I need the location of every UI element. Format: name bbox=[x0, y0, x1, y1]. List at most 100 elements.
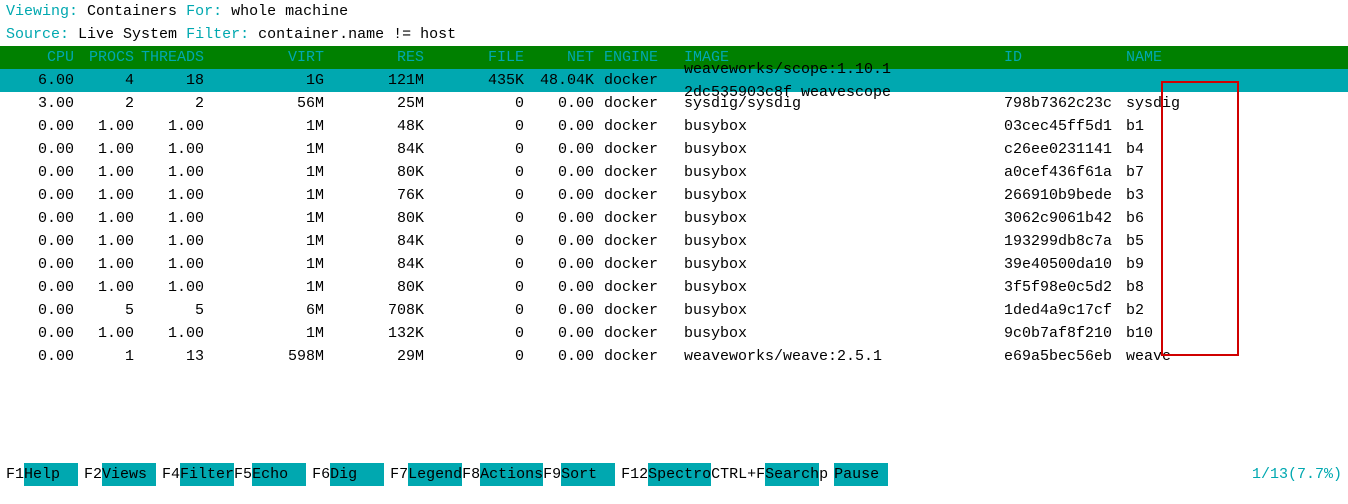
cell-res: 80K bbox=[330, 207, 430, 230]
table-row[interactable]: 0.001.001.001M80K00.00dockerbusybox3062c… bbox=[0, 207, 1348, 230]
col-cpu[interactable]: CPU bbox=[0, 46, 80, 69]
cell-net: 0.00 bbox=[530, 184, 600, 207]
cell-procs: 1.00 bbox=[80, 276, 140, 299]
cell-procs: 1.00 bbox=[80, 207, 140, 230]
col-id[interactable]: ID bbox=[1000, 46, 1120, 69]
cell-cpu: 0.00 bbox=[0, 184, 80, 207]
filter-value: container.name != host bbox=[258, 26, 456, 43]
cell-procs: 1.00 bbox=[80, 322, 140, 345]
ctrlf-search[interactable]: Search bbox=[765, 463, 819, 486]
col-net[interactable]: NET bbox=[530, 46, 600, 69]
cell-virt: 1M bbox=[210, 138, 330, 161]
cell-net: 0.00 bbox=[530, 207, 600, 230]
cell-threads: 1.00 bbox=[140, 115, 210, 138]
table-row[interactable]: 0.001.001.001M80K00.00dockerbusyboxa0cef… bbox=[0, 161, 1348, 184]
f5-echo[interactable]: Echo bbox=[252, 463, 306, 486]
table-row[interactable]: 0.001.001.001M76K00.00dockerbusybox26691… bbox=[0, 184, 1348, 207]
cell-res: 80K bbox=[330, 276, 430, 299]
pagination-indicator: 1/13(7.7%) bbox=[1252, 463, 1342, 486]
table-row[interactable]: 0.00556M708K00.00dockerbusybox1ded4a9c17… bbox=[0, 299, 1348, 322]
p-pause[interactable]: Pause bbox=[834, 463, 888, 486]
cell-file: 0 bbox=[430, 207, 530, 230]
cell-engine: docker bbox=[600, 299, 680, 322]
filter-label: Filter: bbox=[186, 26, 249, 43]
cell-res: 121M bbox=[330, 69, 430, 92]
col-engine[interactable]: ENGINE bbox=[600, 46, 680, 69]
table-row-selected[interactable]: 6.00 4 18 1G 121M 435K 48.04K docker wea… bbox=[0, 69, 1348, 92]
table-row[interactable]: 3.002256M25M00.00dockersysdig/sysdig798b… bbox=[0, 92, 1348, 115]
cell-image: busybox bbox=[680, 138, 1000, 161]
cell-engine: docker bbox=[600, 138, 680, 161]
cell-id: 1ded4a9c17cf bbox=[1000, 299, 1120, 322]
viewing-value: Containers bbox=[87, 3, 177, 20]
cell-virt: 598M bbox=[210, 345, 330, 368]
f4-filter[interactable]: Filter bbox=[180, 463, 234, 486]
cell-threads: 13 bbox=[140, 345, 210, 368]
f9-sort[interactable]: Sort bbox=[561, 463, 615, 486]
cell-threads: 2 bbox=[140, 92, 210, 115]
f2-views[interactable]: Views bbox=[102, 463, 156, 486]
cell-threads: 1.00 bbox=[140, 184, 210, 207]
cell-id: 3062c9061b42 bbox=[1000, 207, 1120, 230]
col-file[interactable]: FILE bbox=[430, 46, 530, 69]
col-procs[interactable]: PROCS bbox=[80, 46, 140, 69]
cell-image: busybox bbox=[680, 115, 1000, 138]
cell-threads: 18 bbox=[140, 69, 210, 92]
f8-actions[interactable]: Actions bbox=[480, 463, 543, 486]
cell-res: 708K bbox=[330, 299, 430, 322]
cell-engine: docker bbox=[600, 115, 680, 138]
cell-engine: docker bbox=[600, 184, 680, 207]
table-row[interactable]: 0.001.001.001M132K00.00dockerbusybox9c0b… bbox=[0, 322, 1348, 345]
cell-net: 0.00 bbox=[530, 253, 600, 276]
cell-engine: docker bbox=[600, 345, 680, 368]
f6-dig[interactable]: Dig bbox=[330, 463, 384, 486]
table-row[interactable]: 0.001.001.001M84K00.00dockerbusyboxc26ee… bbox=[0, 138, 1348, 161]
cell-id: 3f5f98e0c5d2 bbox=[1000, 276, 1120, 299]
col-virt[interactable]: VIRT bbox=[210, 46, 330, 69]
col-name[interactable]: NAME bbox=[1120, 46, 1220, 69]
cell-name: b6 bbox=[1120, 207, 1220, 230]
f1-help[interactable]: Help bbox=[24, 463, 78, 486]
table-row[interactable]: 0.001.001.001M84K00.00dockerbusybox39e40… bbox=[0, 253, 1348, 276]
cell-file: 0 bbox=[430, 345, 530, 368]
cell-id: e69a5bec56eb bbox=[1000, 345, 1120, 368]
cell-file: 0 bbox=[430, 299, 530, 322]
table-row[interactable]: 0.001.001.001M84K00.00dockerbusybox19329… bbox=[0, 230, 1348, 253]
cell-image: busybox bbox=[680, 184, 1000, 207]
cell-id: 9c0b7af8f210 bbox=[1000, 322, 1120, 345]
col-threads[interactable]: THREADS bbox=[140, 46, 210, 69]
cell-threads: 5 bbox=[140, 299, 210, 322]
table-header[interactable]: CPU PROCS THREADS VIRT RES FILE NET ENGI… bbox=[0, 46, 1348, 69]
f5-key: F5 bbox=[234, 463, 252, 486]
cell-res: 84K bbox=[330, 253, 430, 276]
cell-name: weave bbox=[1120, 345, 1220, 368]
cell-file: 435K bbox=[430, 69, 530, 92]
cell-procs: 4 bbox=[80, 69, 140, 92]
cell-res: 48K bbox=[330, 115, 430, 138]
cell-file: 0 bbox=[430, 161, 530, 184]
cell-file: 0 bbox=[430, 322, 530, 345]
cell-image: busybox bbox=[680, 161, 1000, 184]
context-line-1: Viewing: Containers For: whole machine bbox=[0, 0, 1348, 23]
cell-file: 0 bbox=[430, 115, 530, 138]
cell-id: 03cec45ff5d1 bbox=[1000, 115, 1120, 138]
cell-cpu: 0.00 bbox=[0, 253, 80, 276]
cell-virt: 1G bbox=[210, 69, 330, 92]
cell-net: 48.04K bbox=[530, 69, 600, 92]
f7-legend[interactable]: Legend bbox=[408, 463, 462, 486]
cell-cpu: 3.00 bbox=[0, 92, 80, 115]
cell-id: 39e40500da10 bbox=[1000, 253, 1120, 276]
table-row[interactable]: 0.00113598M29M00.00dockerweaveworks/weav… bbox=[0, 345, 1348, 368]
cell-engine: docker bbox=[600, 161, 680, 184]
cell-cpu: 0.00 bbox=[0, 161, 80, 184]
table-row[interactable]: 0.001.001.001M48K00.00dockerbusybox03cec… bbox=[0, 115, 1348, 138]
cell-engine: docker bbox=[600, 92, 680, 115]
table-row[interactable]: 0.001.001.001M80K00.00dockerbusybox3f5f9… bbox=[0, 276, 1348, 299]
cell-net: 0.00 bbox=[530, 345, 600, 368]
cell-cpu: 0.00 bbox=[0, 207, 80, 230]
col-res[interactable]: RES bbox=[330, 46, 430, 69]
f12-spectro[interactable]: Spectro bbox=[648, 463, 711, 486]
cell-virt: 1M bbox=[210, 230, 330, 253]
f9-key: F9 bbox=[543, 463, 561, 486]
cell-virt: 1M bbox=[210, 115, 330, 138]
